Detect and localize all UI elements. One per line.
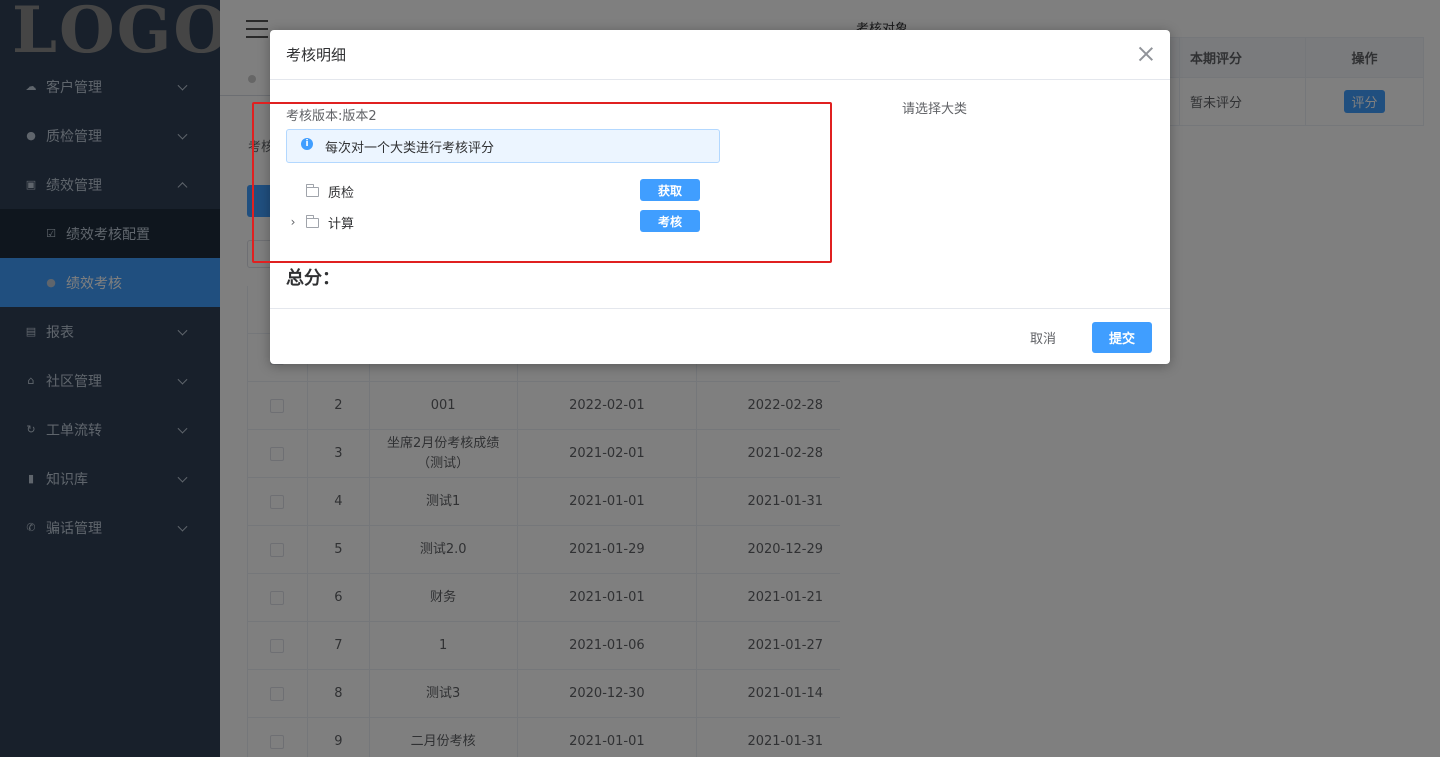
info-icon: i: [301, 138, 313, 150]
tree-node-quality[interactable]: 质检 获取: [286, 178, 706, 204]
cancel-button[interactable]: 取消: [1017, 322, 1068, 352]
tree-node-label: 质检: [328, 185, 355, 201]
dialog-title: 考核明细: [286, 46, 347, 64]
folder-icon: [306, 214, 319, 228]
version-label: 考核版本:版本2: [286, 109, 377, 124]
dialog-header: 考核明细: [270, 30, 1170, 80]
close-icon[interactable]: [1138, 46, 1154, 62]
assess-button[interactable]: 考核: [640, 210, 700, 232]
info-alert: i 每次对一个大类进行考核评分: [286, 129, 720, 163]
chevron-right-icon[interactable]: ›: [286, 215, 300, 229]
select-category-hint: 请选择大类: [902, 102, 968, 117]
total-score-label: 总分：: [286, 268, 340, 289]
alert-text: 每次对一个大类进行考核评分: [325, 140, 495, 156]
tree-node-label: 计算: [328, 216, 355, 232]
tree-node-calc[interactable]: › 计算 考核: [286, 209, 706, 235]
fetch-button[interactable]: 获取: [640, 179, 700, 201]
folder-icon: [306, 183, 319, 197]
dialog-footer: 取消 提交: [270, 308, 1170, 364]
assessment-detail-dialog: 考核明细 考核版本:版本2 i 每次对一个大类进行考核评分 质检 获取 › 计算…: [270, 30, 1170, 364]
submit-button[interactable]: 提交: [1092, 322, 1152, 353]
